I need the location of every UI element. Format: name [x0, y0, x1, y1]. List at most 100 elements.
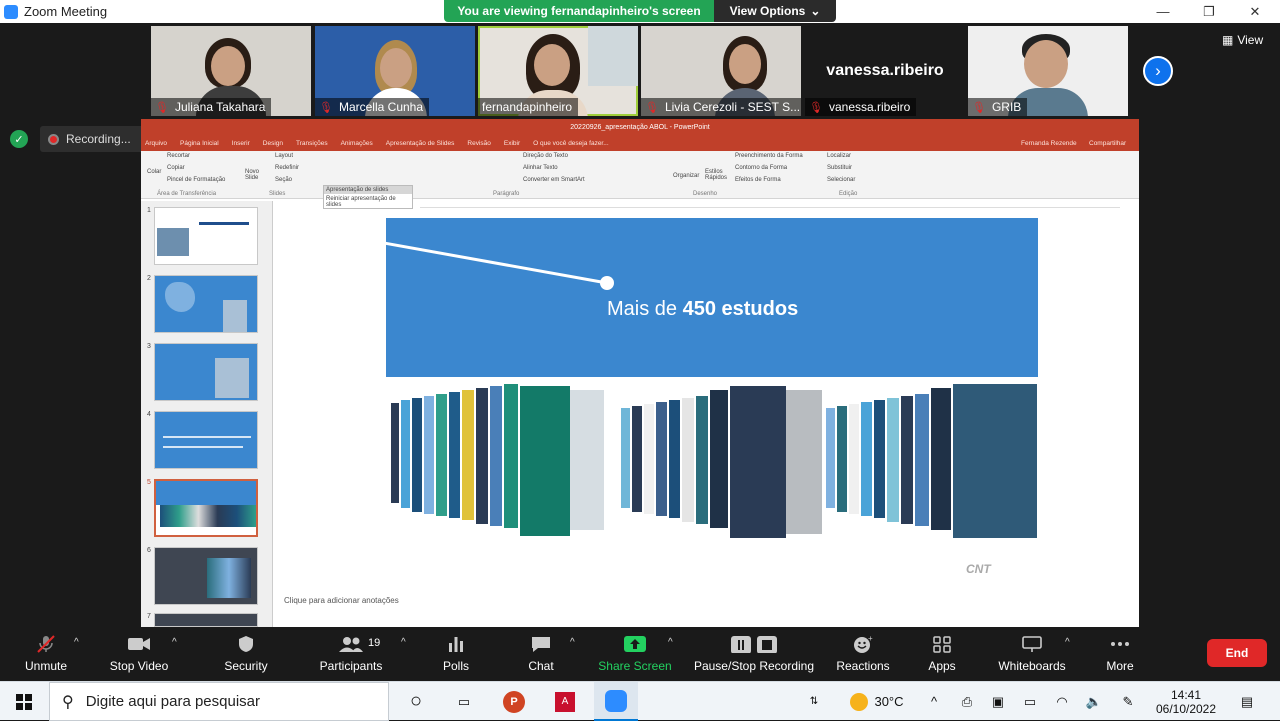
caret-up-icon[interactable]: ^: [172, 637, 177, 648]
taskbar-search-box[interactable]: ⚲ Digite aqui para pesquisar: [49, 682, 389, 721]
shared-screen[interactable]: 20220926_apresentação ABOL - PowerPoint …: [141, 119, 1139, 627]
security-button[interactable]: Security: [216, 627, 276, 681]
notifications-icon[interactable]: ▤: [1230, 682, 1264, 721]
select-button[interactable]: Selecionar: [827, 177, 855, 183]
recording-indicator[interactable]: Recording...: [40, 126, 145, 152]
cortana-icon[interactable]: ○: [396, 682, 436, 721]
next-page-button[interactable]: ›: [1143, 56, 1173, 86]
video-tile[interactable]: vanessa.ribeiro 🎙 vanessa.ribeiro: [805, 26, 965, 116]
weather-widget[interactable]: 30°C: [846, 682, 908, 721]
polls-button[interactable]: Polls: [436, 627, 476, 681]
pen-icon[interactable]: ✎: [1118, 682, 1138, 721]
whiteboards-button[interactable]: Whiteboards: [992, 627, 1072, 681]
ribbon-group-label: Desenho: [693, 191, 718, 197]
zoom-app-icon[interactable]: [594, 682, 638, 721]
layout-button[interactable]: Layout: [275, 153, 293, 159]
video-tile[interactable]: 🎙 Marcella Cunha: [315, 26, 475, 116]
more-button[interactable]: More: [1100, 627, 1140, 681]
slide-thumbnail[interactable]: [154, 207, 258, 265]
caret-up-icon[interactable]: ^: [74, 637, 79, 648]
thumbnail-number: 3: [147, 343, 151, 350]
wifi-icon[interactable]: ◠: [1052, 682, 1072, 721]
shape-outline-button[interactable]: Contorno da Forma: [735, 165, 787, 171]
slide-thumbnail[interactable]: [154, 411, 258, 469]
chevron-up-icon[interactable]: ^: [924, 682, 944, 721]
slide-thumbnail[interactable]: [154, 613, 258, 627]
find-button[interactable]: Localizar: [827, 153, 851, 159]
text-direction-button[interactable]: Direção do Texto: [523, 153, 568, 159]
view-options-button[interactable]: View Options ⌄: [714, 0, 836, 22]
share-screen-button[interactable]: Share Screen: [596, 627, 674, 681]
encryption-shield-icon[interactable]: ✓: [10, 130, 28, 148]
ppt-tab[interactable]: Transições: [296, 140, 328, 147]
video-tile[interactable]: 🎙 Livia Cerezoli - SEST S...: [641, 26, 801, 116]
slide-thumbnail[interactable]: [154, 547, 258, 605]
participants-button[interactable]: Participants: [313, 627, 389, 681]
current-slide[interactable]: CNT Mais de 450 estudos: [386, 218, 1038, 584]
tooltip-item[interactable]: Reiniciar apresentação de slides: [324, 194, 412, 210]
notes-pane[interactable]: Clique para adicionar anotações: [284, 596, 399, 605]
video-tile[interactable]: 🎙 GRIB: [968, 26, 1128, 116]
ppt-tab[interactable]: Inserir: [232, 140, 250, 147]
smartart-button[interactable]: Converter em SmartArt: [523, 177, 585, 183]
ppt-share-button[interactable]: Compartilhar: [1089, 140, 1126, 147]
task-view-icon[interactable]: ▭: [444, 682, 484, 721]
format-painter-button[interactable]: Pincel de Formatação: [167, 177, 225, 183]
video-tile[interactable]: 🎙 Juliana Takahara: [151, 26, 311, 116]
slide-thumbnail-selected[interactable]: [154, 479, 258, 537]
pause-stop-recording-button[interactable]: Pause/Stop Recording: [690, 627, 818, 681]
thumbnail-number: 6: [147, 547, 151, 554]
paste-button[interactable]: Colar: [147, 169, 161, 175]
shape-fill-button[interactable]: Preenchimento da Forma: [735, 153, 803, 159]
end-meeting-button[interactable]: End: [1207, 639, 1267, 667]
start-button[interactable]: [0, 682, 48, 721]
cut-button[interactable]: Recortar: [167, 153, 190, 159]
ppt-tab[interactable]: Arquivo: [145, 140, 167, 147]
caret-up-icon[interactable]: ^: [570, 637, 575, 648]
copy-button[interactable]: Copiar: [167, 165, 185, 171]
ppt-tab[interactable]: Animações: [341, 140, 373, 147]
reactions-button[interactable]: + Reactions: [832, 627, 894, 681]
caret-up-icon[interactable]: ^: [668, 637, 673, 648]
meet-now-icon[interactable]: ⎙: [958, 682, 976, 721]
active-speaker-tile[interactable]: fernandapinheiro: [478, 26, 638, 116]
quick-styles-button[interactable]: Estilos Rápidos: [705, 169, 729, 181]
slide-thumbnail[interactable]: [154, 343, 258, 401]
arrange-button[interactable]: Organizar: [673, 173, 699, 179]
caret-up-icon[interactable]: ^: [1065, 637, 1070, 648]
ppt-tab[interactable]: Exibir: [504, 140, 520, 147]
minimize-button[interactable]: —: [1140, 0, 1186, 23]
acrobat-app-icon[interactable]: A: [545, 682, 585, 721]
reset-button[interactable]: Redefinir: [275, 165, 299, 171]
ppt-search-hint[interactable]: O que você deseja fazer...: [533, 140, 609, 147]
unmute-button[interactable]: Unmute: [18, 627, 74, 681]
powerpoint-app-icon[interactable]: P: [494, 682, 534, 721]
thumbnail-number: 4: [147, 411, 151, 418]
new-slide-button[interactable]: Novo Slide: [245, 169, 265, 181]
slide-heading-prefix: Mais de: [607, 298, 683, 320]
ppt-tab[interactable]: Revisão: [467, 140, 490, 147]
apps-button[interactable]: Apps: [922, 627, 962, 681]
shape-effects-button[interactable]: Efeitos de Forma: [735, 177, 781, 183]
maximize-button[interactable]: ❐: [1186, 0, 1232, 23]
caret-up-icon[interactable]: ^: [401, 637, 406, 648]
cnt-logo-text: CNT: [966, 562, 992, 576]
view-layout-button[interactable]: ▦ View: [1222, 33, 1263, 47]
align-text-button[interactable]: Alinhar Texto: [523, 165, 558, 171]
slide-thumbnail[interactable]: [154, 275, 258, 333]
tooltip-title: Apresentação de slides: [324, 186, 412, 194]
ppt-tab[interactable]: Página Inicial: [180, 140, 219, 147]
stop-video-button[interactable]: Stop Video: [104, 627, 174, 681]
display-icon[interactable]: ▣: [988, 682, 1008, 721]
speaker-icon[interactable]: 🔈: [1084, 682, 1104, 721]
ppt-tab[interactable]: Design: [263, 140, 283, 147]
ppt-tab[interactable]: Apresentação de Slides: [386, 140, 455, 147]
slide-thumbnail-pane[interactable]: 1 2 3 4 5 6 7: [141, 201, 273, 627]
chat-button[interactable]: Chat: [521, 627, 561, 681]
battery-icon[interactable]: ▭: [1020, 682, 1040, 721]
section-button[interactable]: Seção: [275, 177, 292, 183]
replace-button[interactable]: Substituir: [827, 165, 852, 171]
scroll-arrows-icon[interactable]: ⇅: [806, 682, 822, 721]
clock[interactable]: 14:41 06/10/2022: [1150, 682, 1222, 721]
close-button[interactable]: ✕: [1232, 0, 1278, 23]
